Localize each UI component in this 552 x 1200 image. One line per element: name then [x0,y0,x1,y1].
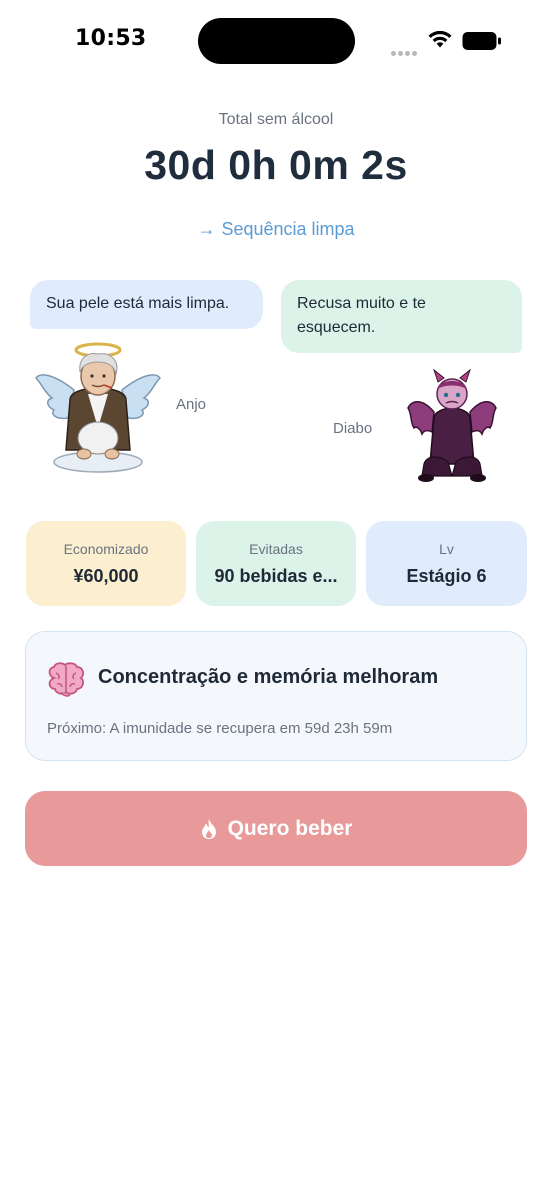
milestone-title: Concentração e memória melhoram [98,666,439,688]
milestone-card: Concentração e memória melhoram Próximo:… [25,631,527,761]
dynamic-island [198,18,355,64]
clean-streak-label: Sequência limpa [221,219,355,239]
devil-speech-bubble: Recusa muito e te esquecem. [281,280,522,353]
elapsed-time: 30d 0h 0m 2s [144,142,408,188]
arrow-right-icon: → [197,219,216,239]
total-label: Total sem álcool [218,111,334,128]
wifi-icon [428,30,452,48]
stat-value: 90 bebidas e... [214,566,338,586]
stat-card-level: Lv Estágio 6 [366,521,527,606]
status-time: 10:53 [75,26,147,51]
clean-streak-link[interactable]: → Sequência limpa [0,219,552,240]
app-screen: 10:53 Total sem álcool 30d 0h 0m 2s → Seq… [0,0,552,1200]
stat-card-avoided: Evitadas 90 bebidas e... [196,521,356,606]
want-to-drink-button[interactable]: Quero beber [25,791,527,866]
stat-label: Lv [439,541,454,557]
stat-value: Estágio 6 [406,566,487,586]
signal-dots-icon [391,43,419,61]
stat-value: ¥60,000 [73,566,139,586]
milestone-next: Próximo: A imunidade se recupera em 59d … [47,720,393,737]
angel-name: Anjo [176,396,207,413]
devil-character-icon[interactable] [404,368,500,486]
stat-card-saved: Economizado ¥60,000 [26,521,186,606]
fire-icon [200,818,218,840]
brain-icon [48,662,84,697]
battery-icon [462,32,501,50]
angel-character-icon[interactable] [34,338,162,474]
stat-label: Evitadas [249,541,303,557]
stat-label: Economizado [63,541,149,557]
devil-name: Diabo [333,420,373,437]
angel-speech-bubble: Sua pele está mais limpa. [30,280,263,329]
want-to-drink-label: Quero beber [227,816,353,840]
